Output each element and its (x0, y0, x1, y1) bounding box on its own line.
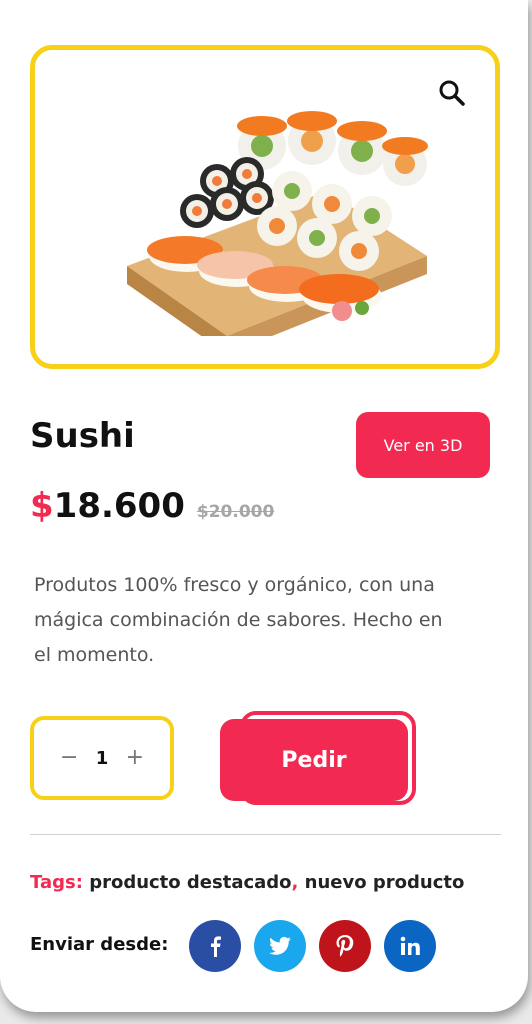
divider (30, 834, 501, 835)
linkedin-icon[interactable] (384, 920, 436, 972)
order-button[interactable]: Pedir (220, 719, 408, 801)
old-price: $20.000 (196, 502, 275, 522)
order-button-wrapper: Pedir (220, 711, 416, 807)
tag-link[interactable]: nuevo producto (305, 872, 465, 893)
tag-separator: , (291, 872, 299, 893)
product-description: Produtos 100% fresco y orgánico, con una… (34, 574, 443, 666)
tag-link[interactable]: producto destacado (89, 872, 291, 893)
quantity-value: 1 (95, 747, 109, 769)
product-image-frame (30, 45, 500, 369)
product-card: Sushi Ver en 3D $ 18.600 $20.000 Produto… (0, 0, 528, 1012)
view-3d-button[interactable]: Ver en 3D (356, 412, 490, 478)
social-share-buttons (189, 920, 436, 972)
product-title: Sushi (30, 416, 135, 456)
sushi-image (127, 111, 428, 336)
increment-button[interactable]: + (126, 747, 144, 769)
currency-symbol: $ (30, 486, 54, 526)
pinterest-icon[interactable] (319, 920, 371, 972)
twitter-icon[interactable] (254, 920, 306, 972)
tags-label: Tags: (30, 872, 83, 893)
tags-row: Tags: producto destacado, nuevo producto (30, 872, 464, 893)
current-price: 18.600 (53, 486, 185, 526)
share-label: Enviar desde: (30, 934, 169, 955)
price-row: $ 18.600 $20.000 (30, 486, 274, 526)
quantity-stepper: − 1 + (30, 716, 174, 800)
zoom-search-icon[interactable] (437, 78, 467, 108)
facebook-icon[interactable] (189, 920, 241, 972)
decrement-button[interactable]: − (60, 747, 78, 769)
